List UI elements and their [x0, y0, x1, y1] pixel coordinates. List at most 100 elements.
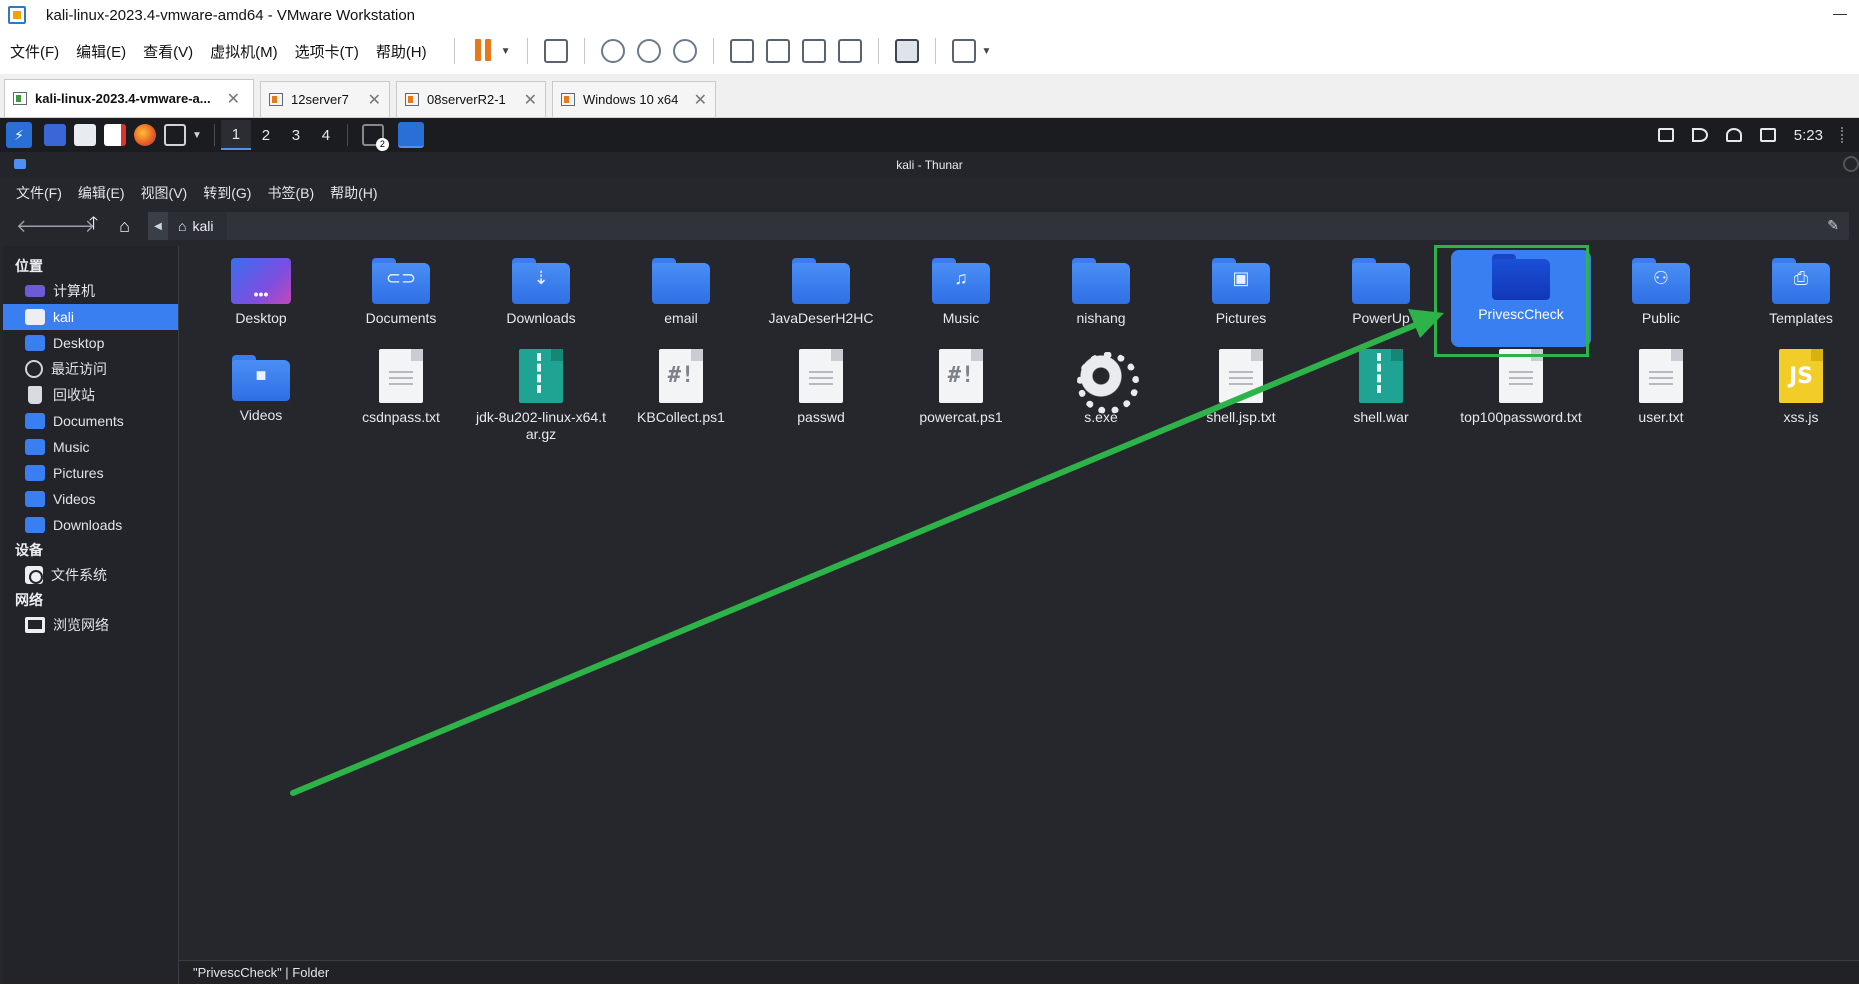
file-item[interactable]: passwd: [751, 349, 891, 448]
volume-icon[interactable]: [1691, 128, 1708, 142]
file-item[interactable]: JS xss.js: [1731, 349, 1859, 448]
file-item[interactable]: jdk-8u202-linux-x64.tar.gz: [471, 349, 611, 448]
file-item[interactable]: ⎙ Templates: [1731, 254, 1859, 351]
file-item[interactable]: PrivescCheck: [1451, 250, 1591, 347]
pause-icon[interactable]: [471, 39, 495, 63]
snapshot-manager-icon[interactable]: [672, 39, 697, 63]
thunar-menu-edit[interactable]: 编辑(E): [78, 183, 125, 203]
file-item[interactable]: user.txt: [1591, 349, 1731, 448]
display-icon[interactable]: [1657, 128, 1674, 142]
up-arrow-icon[interactable]: 🡑: [78, 211, 109, 241]
workspace-1[interactable]: 1: [220, 120, 251, 150]
file-item[interactable]: shell.war: [1311, 349, 1451, 448]
unity-icon[interactable]: [837, 39, 862, 63]
sidebar-item-recent[interactable]: 最近访问: [3, 356, 178, 382]
sidebar-item-downloads[interactable]: Downloads: [3, 512, 178, 538]
sidebar-item-music[interactable]: Music: [3, 434, 178, 460]
sidebar-item-desktop[interactable]: Desktop: [3, 330, 178, 356]
show-library-icon[interactable]: [729, 39, 754, 63]
sidebar-item-pictures[interactable]: Pictures: [3, 460, 178, 486]
file-item[interactable]: ⇣ Downloads: [471, 254, 611, 351]
file-item[interactable]: ▣ Pictures: [1171, 254, 1311, 351]
chevron-left-icon[interactable]: ◀: [148, 212, 168, 240]
minimize-icon[interactable]: [1833, 14, 1847, 15]
workspace-3[interactable]: 3: [281, 120, 311, 150]
chevron-down-icon[interactable]: ▼: [982, 46, 992, 57]
thunar-menu-help[interactable]: 帮助(H): [330, 183, 377, 203]
file-item[interactable]: ■ Videos: [191, 351, 331, 448]
forward-arrow-icon[interactable]: 🡒: [47, 216, 95, 237]
sidebar-item-trash[interactable]: 回收站: [3, 382, 178, 408]
taskbar-thunar[interactable]: [397, 122, 424, 148]
chevron-down-icon[interactable]: ▼: [192, 130, 202, 141]
full-screen-icon[interactable]: [801, 39, 826, 63]
clock[interactable]: 5:23: [1794, 127, 1823, 144]
file-item[interactable]: ••• Desktop: [191, 254, 331, 351]
home-icon[interactable]: ⌂: [109, 216, 140, 237]
firefox-icon[interactable]: [134, 124, 156, 146]
close-icon[interactable]: ✕: [694, 90, 707, 110]
file-item[interactable]: shell.jsp.txt: [1171, 349, 1311, 448]
tab-kali[interactable]: kali-linux-2023.4-vmware-a... ✕: [4, 79, 254, 117]
kali-menu-icon[interactable]: ⚡: [6, 122, 32, 148]
show-desktop-icon[interactable]: [44, 124, 66, 146]
file-item[interactable]: s.exe: [1031, 349, 1171, 448]
close-icon[interactable]: ✕: [368, 90, 381, 110]
tab-08serverr2[interactable]: 08serverR2-1 ✕: [396, 81, 546, 117]
sidebar-item-browse-network[interactable]: 浏览网络: [3, 612, 178, 638]
menu-tabs[interactable]: 选项卡(T): [295, 41, 359, 62]
thunar-menu-view[interactable]: 视图(V): [141, 183, 188, 203]
thumbnail-bar-icon[interactable]: [765, 39, 790, 63]
taskbar-terminal-group[interactable]: 2: [361, 124, 389, 151]
file-view[interactable]: ••• Desktop ⊂⊃ Documents ⇣ Downloads email Java…: [179, 246, 1859, 984]
thunar-menu-file[interactable]: 文件(F): [16, 183, 62, 203]
thunar-titlebar[interactable]: kali - Thunar: [0, 152, 1859, 178]
send-ctrl-alt-del-icon[interactable]: [543, 39, 568, 63]
workspace-4[interactable]: 4: [311, 120, 341, 150]
close-icon[interactable]: ✕: [524, 90, 537, 110]
file-item[interactable]: #! KBCollect.ps1: [611, 349, 751, 448]
window-button-icon[interactable]: [1843, 156, 1859, 172]
file-item[interactable]: #! powercat.ps1: [891, 349, 1031, 448]
file-item[interactable]: ⊂⊃ Documents: [331, 254, 471, 351]
close-icon[interactable]: ✕: [227, 89, 240, 109]
menu-edit[interactable]: 编辑(E): [76, 41, 126, 62]
terminal-icon[interactable]: [164, 124, 186, 146]
thunar-menu-go[interactable]: 转到(G): [203, 183, 251, 203]
sidebar-item-computer[interactable]: 计算机: [3, 278, 178, 304]
battery-icon[interactable]: [1759, 128, 1776, 142]
file-item[interactable]: csdnpass.txt: [331, 349, 471, 448]
file-item[interactable]: nishang: [1031, 254, 1171, 351]
back-arrow-icon[interactable]: 🡐: [16, 216, 64, 237]
stretch-guest-icon[interactable]: [951, 39, 976, 63]
file-item[interactable]: JavaDeserH2HC: [751, 254, 891, 351]
file-item[interactable]: PowerUp: [1311, 254, 1451, 351]
thunar-menu-bookmarks[interactable]: 书签(B): [267, 183, 314, 203]
text-editor-icon[interactable]: [104, 124, 126, 146]
menu-view[interactable]: 查看(V): [143, 41, 193, 62]
location-bar[interactable]: ◀ ⌂ kali ✎: [148, 212, 1849, 240]
revert-snapshot-icon[interactable]: [636, 39, 661, 63]
sidebar-item-videos[interactable]: Videos: [3, 486, 178, 512]
menu-help[interactable]: 帮助(H): [376, 41, 427, 62]
tab-12server7[interactable]: 12server7 ✕: [260, 81, 390, 117]
edit-pencil-icon[interactable]: ✎: [1827, 217, 1839, 234]
sidebar-item-kali[interactable]: kali: [3, 304, 178, 330]
sidebar-item-filesystem[interactable]: 文件系统: [3, 562, 178, 588]
chevron-down-icon[interactable]: ▼: [501, 46, 511, 57]
file-item[interactable]: ⚇ Public: [1591, 254, 1731, 351]
console-view-icon[interactable]: [894, 39, 919, 63]
notification-bell-icon[interactable]: [1725, 128, 1742, 142]
menu-vm[interactable]: 虚拟机(M): [210, 41, 278, 62]
file-manager-icon[interactable]: [74, 124, 96, 146]
menu-file[interactable]: 文件(F): [10, 41, 59, 62]
file-item[interactable]: top100password.txt: [1451, 349, 1591, 448]
snapshot-icon[interactable]: [600, 39, 625, 63]
folder-glyph: ♫: [954, 268, 968, 288]
file-item[interactable]: ♫ Music: [891, 254, 1031, 351]
tab-windows10[interactable]: Windows 10 x64 ✕: [552, 81, 716, 117]
breadcrumb[interactable]: ⌂ kali: [168, 212, 228, 240]
workspace-2[interactable]: 2: [251, 120, 281, 150]
sidebar-item-documents[interactable]: Documents: [3, 408, 178, 434]
file-item[interactable]: email: [611, 254, 751, 351]
